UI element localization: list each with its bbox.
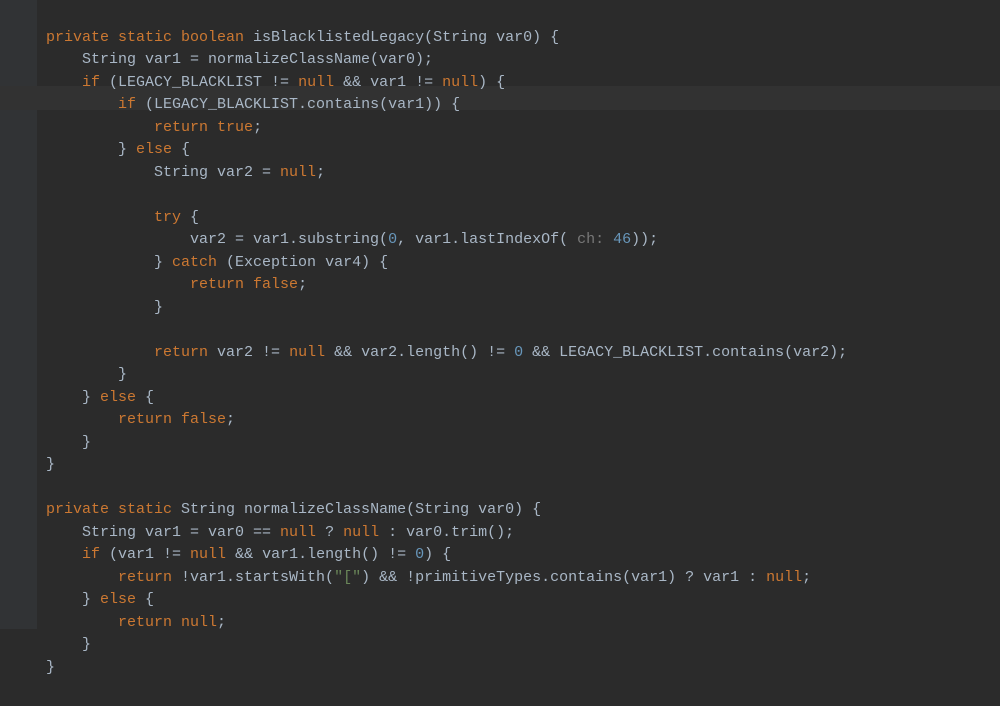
code-line: String var1 = var0 == null ? null : var0… [46,524,514,541]
code-line: return null; [46,614,226,631]
code-line: } catch (Exception var4) { [46,254,388,271]
code-editor[interactable]: private static boolean isBlacklistedLega… [38,0,1000,706]
code-line: } else { [46,389,154,406]
code-line: return var2 != null && var2.length() != … [46,344,847,361]
code-line: } [46,456,55,473]
code-line: private static boolean isBlacklistedLega… [46,29,559,46]
code-line: if (var1 != null && var1.length() != 0) … [46,546,451,563]
code-line: } [46,299,163,316]
code-line: String var2 = null; [46,164,325,181]
code-line: return false; [46,411,235,428]
code-line: if (LEGACY_BLACKLIST != null && var1 != … [46,74,505,91]
code-line: var2 = var1.substring(0, var1.lastIndexO… [46,231,658,248]
code-line: try { [46,209,199,226]
code-line: String var1 = normalizeClassName(var0); [46,51,433,68]
code-line: } [46,366,127,383]
code-line: } else { [46,141,190,158]
code-line: } else { [46,591,154,608]
code-line: private static String normalizeClassName… [46,501,541,518]
code-line: return true; [46,119,262,136]
code-line: return !var1.startsWith("[") && !primiti… [46,569,811,586]
code-line: } [46,636,91,653]
code-content: private static boolean isBlacklistedLega… [46,27,992,680]
code-line: } [46,434,91,451]
code-line: } [46,659,55,676]
code-line: if (LEGACY_BLACKLIST.contains(var1)) { [46,96,460,113]
code-line: return false; [46,276,307,293]
